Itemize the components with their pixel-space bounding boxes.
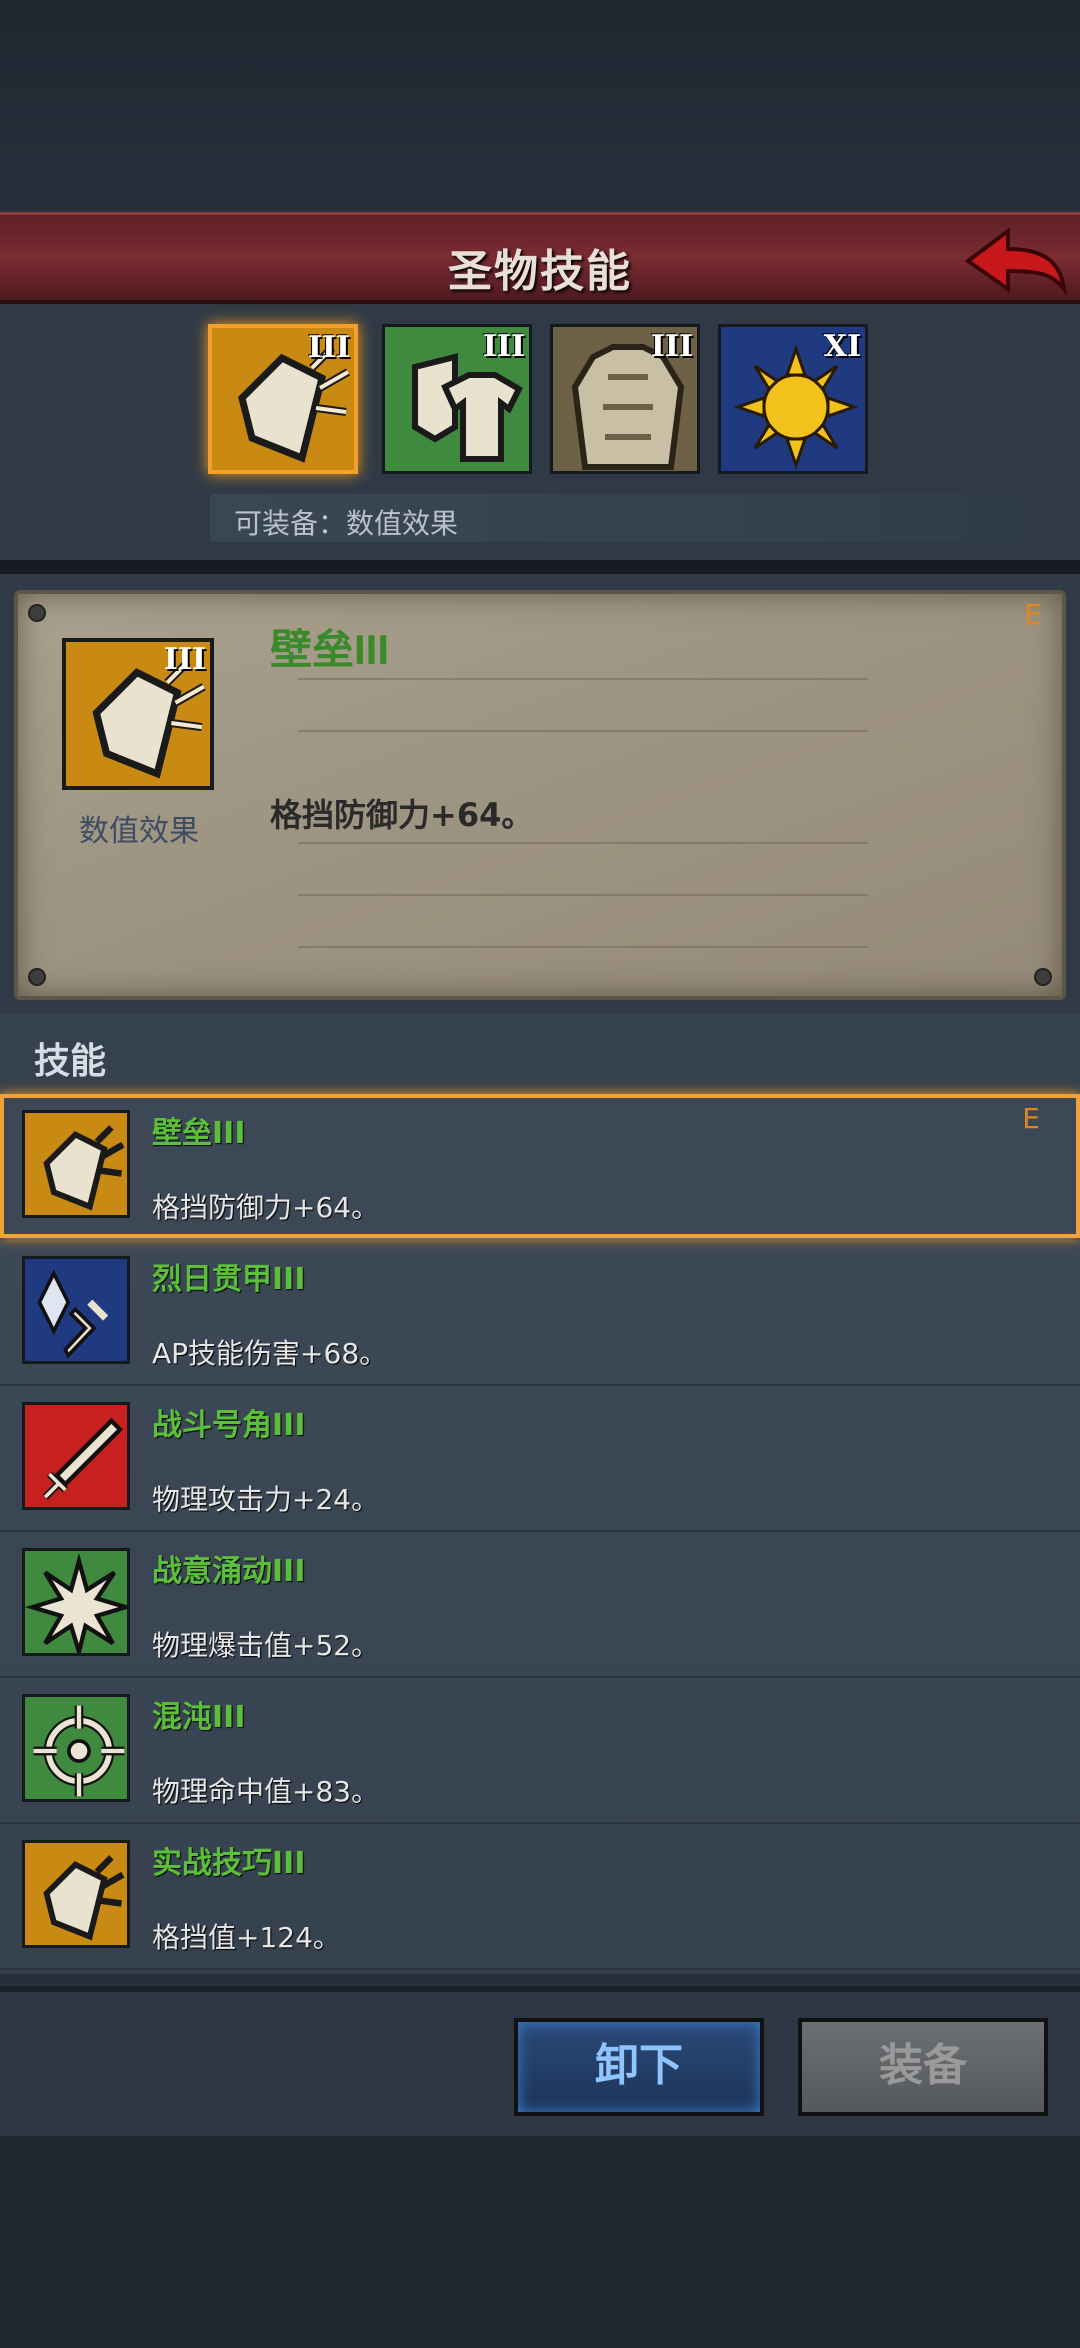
shield-fragments-icon [25,1843,127,1945]
shield-fragments-icon [25,1113,127,1215]
crystal-sword-icon [25,1259,127,1361]
skills-header: 技能 [34,1041,107,1082]
relic-slot-1[interactable]: III [208,324,358,474]
skill-row[interactable]: 战意涌动III 物理爆击值+52。 [0,1532,1080,1678]
skill-icon [22,1840,130,1948]
skill-description: 物理命中值+83。 [152,1775,380,1808]
unequip-button[interactable]: 卸下 [514,2018,764,2116]
skill-icon [22,1110,130,1218]
detail-skill-name: 壁垒III [270,626,390,673]
skill-icon [22,1548,130,1656]
title-banner: 圣物技能 [0,212,1080,304]
relic-slot-3[interactable]: III [550,324,700,474]
skill-name: 战斗号角III [152,1408,306,1443]
detail-panel: III 数值效果 壁垒III E 格挡防御力+64。 [0,574,1080,1014]
pin-icon [28,604,46,622]
equipped-badge: E [1022,1102,1040,1135]
skill-row[interactable]: 实战技巧III 格挡值+124。 [0,1824,1080,1970]
bottom-area [0,2136,1080,2348]
detail-description: 格挡防御力+64。 [270,796,534,834]
relic-tier: III [482,329,525,364]
detail-caption: 数值效果 [79,814,199,849]
ruled-line [298,842,868,844]
equip-note: 可装备：数值效果 [210,494,1080,542]
relic-tier: XI [823,329,861,364]
burst-icon [25,1551,127,1653]
skill-description: 格挡值+124。 [152,1921,341,1954]
relic-selector: III III III XI 可装备：数值效果 [0,304,1080,564]
detail-skill-icon: III [62,638,214,790]
skill-description: AP技能伤害+68。 [152,1337,388,1370]
skill-row[interactable]: 烈日贯甲III AP技能伤害+68。 [0,1240,1080,1386]
skill-name: 壁垒III [152,1116,246,1151]
pin-icon [1034,968,1052,986]
relic-slot-4[interactable]: XI [718,324,868,474]
ruled-line [298,894,868,896]
crosshair-icon [25,1697,127,1799]
divider [0,560,1080,574]
skill-description: 物理攻击力+24。 [152,1483,380,1516]
skill-icon [22,1256,130,1364]
skill-name: 混沌III [152,1700,246,1735]
detail-tier: III [163,642,206,677]
parchment-card: III 数值效果 壁垒III E 格挡防御力+64。 [14,590,1066,1000]
skill-list: 壁垒III 格挡防御力+64。 E 烈日贯甲III AP技能伤害+68。 战斗号… [0,1094,1080,1974]
skill-name: 实战技巧III [152,1846,306,1881]
sword-icon [25,1405,127,1507]
ruled-line [298,678,868,680]
skill-row[interactable]: 壁垒III 格挡防御力+64。 E [0,1094,1080,1240]
skill-row[interactable]: 战斗号角III 物理攻击力+24。 [0,1386,1080,1532]
relic-tier: III [650,329,693,364]
relic-tier: III [307,330,350,365]
page-title: 圣物技能 [448,246,632,297]
back-arrow-icon [964,227,1067,297]
ruled-line [298,730,868,732]
skill-icon [22,1402,130,1510]
skill-name: 烈日贯甲III [152,1262,306,1297]
skill-description: 物理爆击值+52。 [152,1629,380,1662]
pin-icon [28,968,46,986]
equip-button[interactable]: 装备 [798,2018,1048,2116]
skill-row[interactable]: 混沌III 物理命中值+83。 [0,1678,1080,1824]
back-button[interactable] [960,215,1070,307]
skills-header-row: 技能 [0,1014,1080,1094]
ruled-line [298,946,868,948]
skill-name: 战意涌动III [152,1554,306,1589]
action-bar: 卸下 装备 [0,1986,1080,2136]
top-status-area [0,0,1080,210]
skill-icon [22,1694,130,1802]
skill-description: 格挡防御力+64。 [152,1191,380,1224]
equipped-badge: E [1024,598,1042,631]
relic-slot-2[interactable]: III [382,324,532,474]
